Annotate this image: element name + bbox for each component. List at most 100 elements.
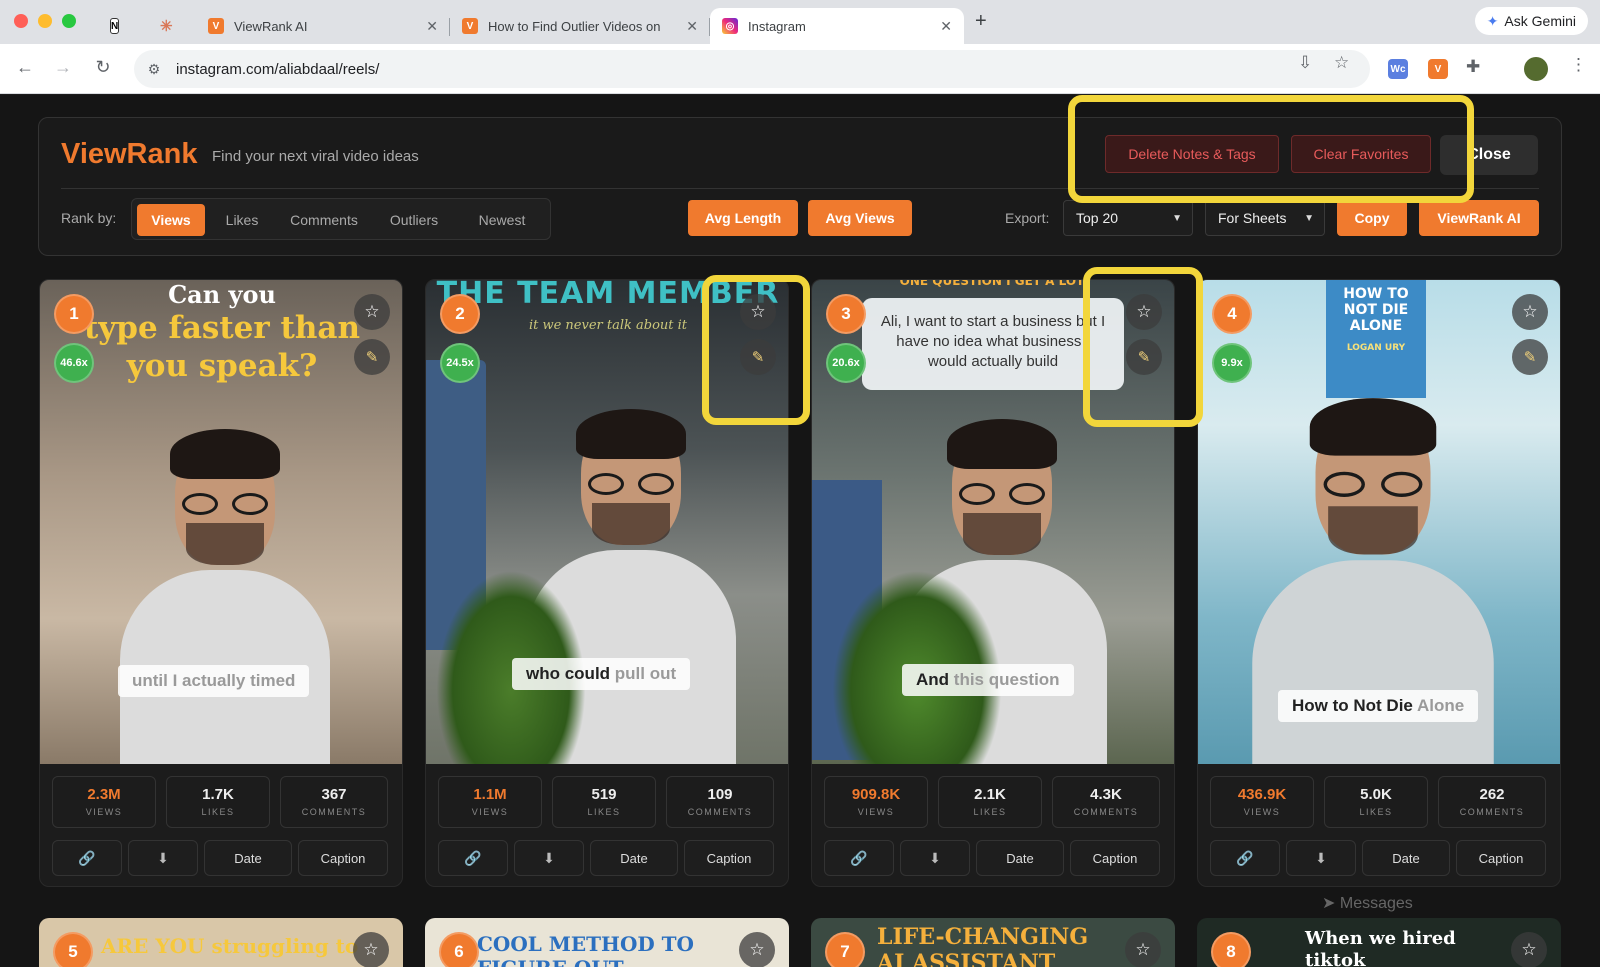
video-thumbnail[interactable]: HOW TO NOT DIE ALONE LOGAN URY How to No…: [1198, 280, 1560, 764]
rank-outliers-button[interactable]: Outliers: [373, 204, 455, 236]
rank-views-button[interactable]: Views: [137, 204, 205, 236]
tab-instagram[interactable]: ◎ Instagram ✕: [710, 8, 964, 44]
views-value: 909.8K: [851, 786, 901, 803]
stats-row: 2.3M VIEWS 1.7K LIKES 367 COMMENTS: [52, 776, 390, 828]
copy-button[interactable]: Copy: [1337, 200, 1407, 236]
window-minimize-button[interactable]: [38, 14, 52, 28]
back-arrow-icon[interactable]: ←: [14, 57, 36, 78]
extension-wc-icon[interactable]: Wc: [1388, 59, 1408, 79]
export-format-value: For Sheets: [1218, 210, 1287, 226]
export-label: Export:: [1005, 210, 1050, 226]
question-text: Ali, I want to start a business but I ha…: [880, 313, 1106, 370]
site-settings-icon[interactable]: ⚙: [144, 61, 164, 78]
tab-claude[interactable]: ✳: [148, 8, 188, 44]
rank-comments-button[interactable]: Comments: [279, 204, 369, 236]
comments-value: 262: [1479, 786, 1505, 803]
extension-viewrank-icon[interactable]: V: [1428, 59, 1448, 79]
url-text[interactable]: instagram.com/aliabdaal/reels/: [176, 61, 379, 78]
menu-kebab-icon[interactable]: ⋮: [1570, 55, 1587, 75]
comments-stat: 262 COMMENTS: [1438, 776, 1546, 828]
rank-newest-button[interactable]: Newest: [459, 204, 545, 236]
date-button[interactable]: Date: [976, 840, 1064, 876]
video-card-peek[interactable]: 6 COOL METHOD TO FIGURE OUT ☆: [425, 918, 789, 967]
glasses-shape: [1323, 471, 1423, 497]
video-card-peek[interactable]: 5 ARE YOU struggling to ☆: [39, 918, 403, 967]
messages-background-label[interactable]: ➤ Messages: [1322, 893, 1413, 913]
download-icon[interactable]: ⬇: [514, 840, 584, 876]
caption-button[interactable]: Caption: [298, 840, 388, 876]
thumbnail-caption: who could pull out: [512, 658, 691, 690]
link-icon[interactable]: 🔗: [824, 840, 894, 876]
close-tab-icon[interactable]: ✕: [940, 18, 952, 35]
caption-button[interactable]: Caption: [1070, 840, 1160, 876]
profile-avatar[interactable]: [1524, 57, 1548, 81]
date-button[interactable]: Date: [590, 840, 678, 876]
favorite-star-icon[interactable]: ☆: [354, 294, 390, 330]
views-stat: 436.9K VIEWS: [1210, 776, 1314, 828]
export-count-select[interactable]: Top 20 ▼: [1063, 200, 1193, 236]
caption-button[interactable]: Caption: [1456, 840, 1546, 876]
rank-likes-button[interactable]: Likes: [209, 204, 275, 236]
reload-icon[interactable]: ↻: [92, 57, 114, 78]
date-button[interactable]: Date: [1362, 840, 1450, 876]
likes-label: LIKES: [201, 807, 235, 817]
download-icon[interactable]: ⬇: [128, 840, 198, 876]
ask-gemini-button[interactable]: ✦ Ask Gemini: [1474, 7, 1588, 35]
favorite-star-icon[interactable]: ☆: [739, 932, 775, 967]
peek-headline: ARE YOU struggling to: [101, 934, 359, 958]
glasses-shape: [182, 493, 268, 515]
beard-shape: [592, 503, 670, 545]
link-icon[interactable]: 🔗: [438, 840, 508, 876]
tab-viewrank-ai[interactable]: V ViewRank AI ✕: [196, 8, 450, 44]
viewrank-icon: V: [208, 18, 224, 34]
highlight-box-panel-actions: [1068, 95, 1474, 203]
favorite-star-icon[interactable]: ☆: [353, 932, 389, 967]
extensions-puzzle-icon[interactable]: ✚: [1466, 57, 1480, 77]
video-card-peek[interactable]: 7 LIFE-CHANGING AI ASSISTANT ☆: [811, 918, 1175, 967]
favorite-star-icon[interactable]: ☆: [1512, 294, 1548, 330]
notes-icon[interactable]: ✎: [354, 339, 390, 375]
favorite-star-icon[interactable]: ☆: [1511, 932, 1547, 967]
caption-text-dim: this question: [953, 670, 1060, 689]
download-icon[interactable]: ⬇: [1286, 840, 1356, 876]
rank-badge: 5: [53, 932, 93, 967]
tab-outlier-videos[interactable]: V How to Find Outlier Videos on ✕: [450, 8, 710, 44]
comments-label: COMMENTS: [687, 807, 753, 817]
tab-notion[interactable]: N: [98, 8, 138, 44]
shirt-shape: [1252, 560, 1494, 764]
video-thumbnail[interactable]: Can you type faster than you speak? unti…: [40, 280, 402, 764]
download-icon[interactable]: ⬇: [900, 840, 970, 876]
avg-length-button[interactable]: Avg Length: [688, 200, 798, 236]
close-tab-icon[interactable]: ✕: [426, 18, 438, 35]
viewrank-ai-button[interactable]: ViewRank AI: [1419, 200, 1539, 236]
video-card-peek[interactable]: 8 When we hired tiktok ☆: [1197, 918, 1561, 967]
date-button[interactable]: Date: [204, 840, 292, 876]
video-card: Can you type faster than you speak? unti…: [39, 279, 403, 887]
notes-icon[interactable]: ✎: [1512, 339, 1548, 375]
caption-button[interactable]: Caption: [684, 840, 774, 876]
glasses-shape: [588, 473, 674, 495]
link-icon[interactable]: 🔗: [52, 840, 122, 876]
avg-views-button[interactable]: Avg Views: [808, 200, 912, 236]
instagram-icon: ◎: [722, 18, 738, 34]
tab-title: ViewRank AI: [234, 18, 308, 34]
comments-value: 4.3K: [1090, 786, 1122, 803]
link-icon[interactable]: 🔗: [1210, 840, 1280, 876]
window-zoom-button[interactable]: [62, 14, 76, 28]
new-tab-button[interactable]: +: [975, 10, 987, 33]
close-tab-icon[interactable]: ✕: [686, 18, 698, 35]
stats-row: 436.9K VIEWS 5.0K LIKES 262 COMMENTS: [1210, 776, 1548, 828]
address-bar[interactable]: ⚙ instagram.com/aliabdaal/reels/: [134, 50, 1370, 88]
comments-stat: 4.3K COMMENTS: [1052, 776, 1160, 828]
caption-text: And: [916, 670, 954, 689]
forward-arrow-icon[interactable]: →: [52, 57, 74, 78]
tab-title: How to Find Outlier Videos on: [488, 18, 661, 34]
bookmark-star-icon[interactable]: ☆: [1334, 53, 1349, 73]
notion-icon: N: [110, 18, 120, 34]
export-format-select[interactable]: For Sheets ▼: [1205, 200, 1325, 236]
comments-label: COMMENTS: [1073, 807, 1139, 817]
favorite-star-icon[interactable]: ☆: [1125, 932, 1161, 967]
window-close-button[interactable]: [14, 14, 28, 28]
install-app-icon[interactable]: ⇩: [1298, 53, 1312, 73]
highlight-box-card2-icons: [702, 275, 810, 425]
